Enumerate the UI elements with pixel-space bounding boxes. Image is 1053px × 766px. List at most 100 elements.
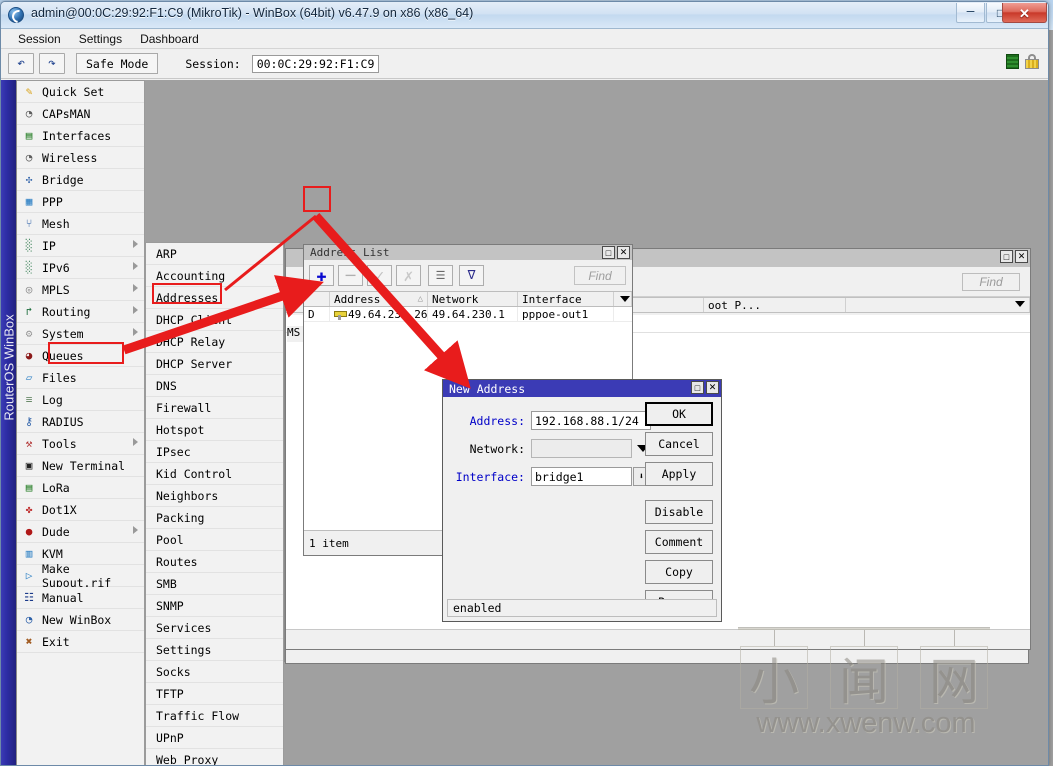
- close-button[interactable]: ✕: [1002, 3, 1047, 23]
- disable-button[interactable]: Disable: [645, 500, 713, 524]
- ip-submenu-item-kid-control[interactable]: Kid Control: [146, 463, 283, 485]
- sidebar-item-ipv6[interactable]: ░ IPv6: [17, 257, 144, 279]
- ip-submenu-item-pool[interactable]: Pool: [146, 529, 283, 551]
- add-button[interactable]: ✚: [309, 265, 334, 286]
- filter-button[interactable]: ∇: [459, 265, 484, 286]
- ip-submenu-item-routes[interactable]: Routes: [146, 551, 283, 573]
- background-window-maximize-button[interactable]: □: [1000, 250, 1013, 263]
- ip-submenu-item-ipsec[interactable]: IPsec: [146, 441, 283, 463]
- new-address-status-bar: enabled: [447, 599, 717, 617]
- ip-submenu-item-arp[interactable]: ARP: [146, 243, 283, 265]
- sidebar-item-quick-set[interactable]: ✎ Quick Set: [17, 81, 144, 103]
- chevron-down-icon[interactable]: [1015, 301, 1025, 307]
- ip-submenu-item-hotspot[interactable]: Hotspot: [146, 419, 283, 441]
- sidebar-item-bridge[interactable]: ✣ Bridge: [17, 169, 144, 191]
- ip-submenu-item-accounting[interactable]: Accounting: [146, 265, 283, 287]
- comment-button[interactable]: Comment: [645, 530, 713, 554]
- ip-submenu-item-tftp[interactable]: TFTP: [146, 683, 283, 705]
- ip-submenu-item-dhcp-client[interactable]: DHCP Client: [146, 309, 283, 331]
- sidebar-item-label: Quick Set: [42, 84, 105, 99]
- sidebar-item-radius[interactable]: ⚷ RADIUS: [17, 411, 144, 433]
- interface-input[interactable]: bridge1: [531, 467, 632, 486]
- sidebar-item-dude[interactable]: ● Dude: [17, 521, 144, 543]
- background-window-close-button[interactable]: ✕: [1015, 250, 1028, 263]
- interfaces-icon: ▤: [25, 129, 33, 142]
- ip-submenu-item-addresses[interactable]: Addresses: [146, 287, 283, 309]
- copy-button[interactable]: Copy: [645, 560, 713, 584]
- network-input[interactable]: [531, 439, 632, 458]
- disable-button[interactable]: ✗: [396, 265, 421, 286]
- menu-item-session[interactable]: Session: [9, 30, 70, 48]
- apply-button[interactable]: Apply: [645, 462, 713, 486]
- sidebar-item-ip[interactable]: ░ IP: [17, 235, 144, 257]
- ip-submenu-item-dns[interactable]: DNS: [146, 375, 283, 397]
- sidebar-item-new-winbox[interactable]: ◔ New WinBox: [17, 609, 144, 631]
- ip-submenu-item-dhcp-server[interactable]: DHCP Server: [146, 353, 283, 375]
- address-list-find-input[interactable]: Find: [574, 266, 626, 285]
- sidebar-item-interfaces[interactable]: ▤ Interfaces: [17, 125, 144, 147]
- ok-button[interactable]: OK: [645, 402, 713, 426]
- sidebar-item-system[interactable]: ⚙ System: [17, 323, 144, 345]
- comment-button[interactable]: ☰: [428, 265, 453, 286]
- ip-submenu-item-firewall[interactable]: Firewall: [146, 397, 283, 419]
- sidebar-item-label: System: [42, 326, 84, 341]
- enable-button[interactable]: ✓: [367, 265, 392, 286]
- redo-button[interactable]: ↷: [39, 53, 65, 74]
- sidebar-item-mpls[interactable]: ◎ MPLS: [17, 279, 144, 301]
- sidebar-item-tools[interactable]: ⚒ Tools: [17, 433, 144, 455]
- table-row[interactable]: D 49.64.230.26 49.64.230.1 pppoe-out1: [304, 307, 632, 322]
- column-address[interactable]: Address △: [330, 292, 428, 306]
- sidebar-item-queues[interactable]: ◕ Queues: [17, 345, 144, 367]
- watermark-char-2: 闻: [830, 646, 898, 711]
- cancel-button[interactable]: Cancel: [645, 432, 713, 456]
- sidebar-item-routing[interactable]: ↱ Routing: [17, 301, 144, 323]
- ip-submenu-item-neighbors[interactable]: Neighbors: [146, 485, 283, 507]
- ip-submenu-item-smb[interactable]: SMB: [146, 573, 283, 595]
- remove-button[interactable]: ─: [338, 265, 363, 286]
- address-list-close-button[interactable]: ✕: [617, 246, 630, 259]
- minimize-button[interactable]: –: [956, 3, 985, 23]
- sidebar-item-manual[interactable]: ☷ Manual: [17, 587, 144, 609]
- ip-submenu-item-settings[interactable]: Settings: [146, 639, 283, 661]
- ip-submenu-item-dhcp-relay[interactable]: DHCP Relay: [146, 331, 283, 353]
- new-address-close-button[interactable]: ✕: [706, 381, 719, 394]
- sidebar-item-files[interactable]: ▱ Files: [17, 367, 144, 389]
- ip-submenu-item-traffic-flow[interactable]: Traffic Flow: [146, 705, 283, 727]
- mesh-icon: ⑂: [25, 217, 33, 230]
- sidebar-item-wireless[interactable]: ◔ Wireless: [17, 147, 144, 169]
- ip-submenu-item-label: Hotspot: [156, 422, 205, 437]
- ip-submenu-item-services[interactable]: Services: [146, 617, 283, 639]
- safe-mode-button[interactable]: Safe Mode: [76, 53, 159, 74]
- window-title: admin@00:0C:29:92:F1:C9 (MikroTik) - Win…: [31, 6, 474, 20]
- address-list-maximize-button[interactable]: □: [602, 246, 615, 259]
- sidebar-item-capsman[interactable]: ◔ CAPsMAN: [17, 103, 144, 125]
- sidebar-item-exit[interactable]: ✖ Exit: [17, 631, 144, 653]
- ip-submenu-item-packing[interactable]: Packing: [146, 507, 283, 529]
- column-network[interactable]: Network: [428, 292, 518, 306]
- lora-icon: ▤: [25, 481, 33, 494]
- capsman-icon: ◔: [25, 107, 33, 120]
- background-window-find-input[interactable]: Find: [962, 273, 1020, 291]
- sidebar-item-lora[interactable]: ▤ LoRa: [17, 477, 144, 499]
- sidebar-item-new-terminal[interactable]: ▣ New Terminal: [17, 455, 144, 477]
- routeros-vertical-tab[interactable]: RouterOS WinBox: [1, 80, 17, 765]
- sidebar-item-ppp[interactable]: ▦ PPP: [17, 191, 144, 213]
- address-input[interactable]: 192.168.88.1/24: [531, 411, 651, 430]
- column-flag[interactable]: [304, 292, 330, 306]
- sidebar-item-make-supout-rif[interactable]: ▷ Make Supout.rif: [17, 562, 144, 590]
- undo-button[interactable]: ↶: [8, 53, 34, 74]
- sidebar-item-log[interactable]: ≡ Log: [17, 389, 144, 411]
- menu-item-settings[interactable]: Settings: [70, 30, 131, 48]
- ip-submenu-item-snmp[interactable]: SNMP: [146, 595, 283, 617]
- ip-submenu-item-upnp[interactable]: UPnP: [146, 727, 283, 749]
- sidebar-item-mesh[interactable]: ⑂ Mesh: [17, 213, 144, 235]
- ip-submenu-item-socks[interactable]: Socks: [146, 661, 283, 683]
- column-interface[interactable]: Interface: [518, 292, 614, 306]
- sidebar-item-label: Tools: [42, 436, 77, 451]
- session-value-field[interactable]: 00:0C:29:92:F1:C9: [251, 54, 380, 73]
- menu-item-dashboard[interactable]: Dashboard: [131, 30, 208, 48]
- new-address-maximize-button[interactable]: □: [691, 381, 704, 394]
- column-options-button[interactable]: [614, 292, 632, 306]
- ip-submenu-item-web-proxy[interactable]: Web Proxy: [146, 749, 283, 765]
- sidebar-item-dot1x[interactable]: ✤ Dot1X: [17, 499, 144, 521]
